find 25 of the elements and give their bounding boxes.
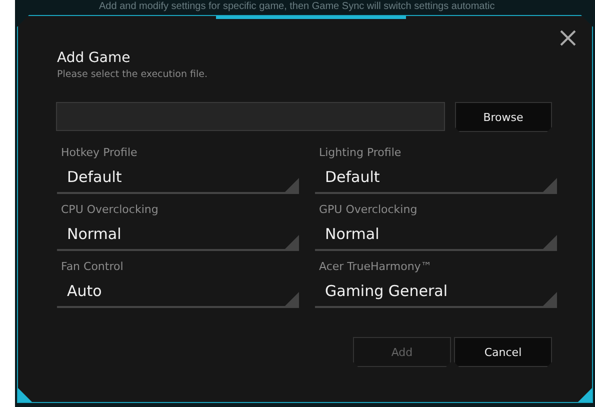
corner-triangle-icon bbox=[285, 292, 299, 306]
field-label: Lighting Profile bbox=[319, 146, 402, 159]
close-button[interactable] bbox=[558, 28, 578, 48]
corner-triangle-icon bbox=[543, 178, 557, 192]
browse-button[interactable]: Browse bbox=[454, 102, 552, 132]
dialog-title: Add Game bbox=[57, 50, 132, 66]
dropdown[interactable]: Default bbox=[57, 161, 299, 194]
corner-triangle-icon bbox=[285, 235, 299, 249]
field-label: GPU Overclocking bbox=[319, 203, 418, 216]
dropdown[interactable]: Auto bbox=[57, 275, 299, 308]
field-label: Hotkey Profile bbox=[61, 146, 138, 159]
dropdown[interactable]: Gaming General bbox=[315, 275, 557, 308]
corner-triangle-icon bbox=[285, 178, 299, 192]
field-label: Acer TrueHarmony™ bbox=[319, 260, 433, 273]
file-path-field[interactable] bbox=[56, 102, 445, 131]
corner-triangle-icon bbox=[543, 292, 557, 306]
dropdown[interactable]: Default bbox=[315, 161, 557, 194]
dropdown[interactable]: Normal bbox=[315, 218, 557, 251]
dropdown[interactable]: Normal bbox=[57, 218, 299, 251]
corner-triangle-icon bbox=[543, 235, 557, 249]
background-description: Add and modify settings for specific game, then Game Sync will switch settings automatic bbox=[99, 1, 495, 13]
field-label: CPU Overclocking bbox=[61, 203, 160, 216]
cancel-button[interactable]: Cancel bbox=[454, 337, 552, 367]
dialog-subtitle: Please select the execution file. bbox=[57, 69, 209, 80]
field-label: Fan Control bbox=[61, 260, 124, 273]
